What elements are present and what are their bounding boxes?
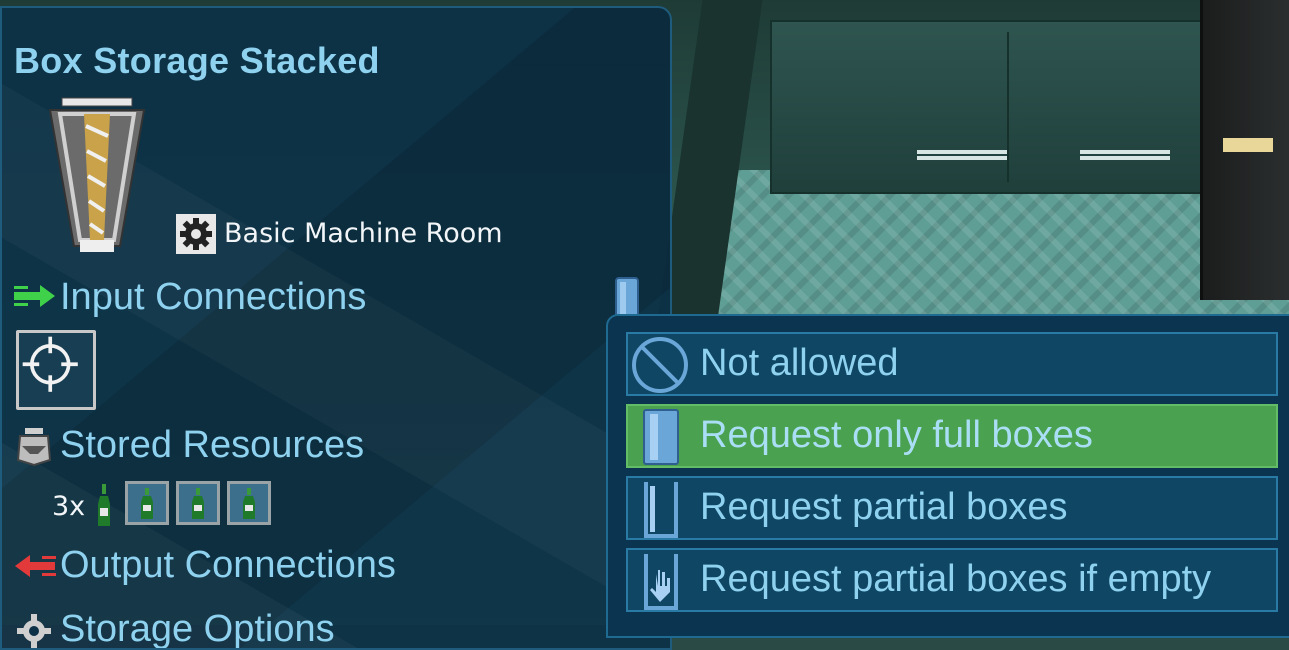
partial-box-icon [644,482,678,538]
input-arrow-icon [14,285,55,307]
option-label: Request only full boxes [700,414,1093,456]
option-label: Request partial boxes if empty [700,558,1212,600]
stored-resources-label: Stored Resources [60,424,365,466]
machine-unit [1200,0,1289,300]
resource-slot[interactable] [125,481,169,525]
storage-tank-icon [16,428,52,466]
crosshair-icon [22,336,78,392]
gear-icon [176,214,216,254]
output-connections-label: Output Connections [60,544,396,586]
request-mode-dropdown: Not allowed Request only full boxes Requ… [606,314,1289,638]
box-storage-icon [48,97,146,252]
resource-slot[interactable] [176,481,220,525]
partial-box-hand-icon [644,554,678,610]
no-entry-icon [632,337,688,393]
settings-gear-icon [17,614,51,648]
bottle-icon [98,484,110,526]
resource-slot[interactable] [227,481,271,525]
option-not-allowed[interactable]: Not allowed [626,332,1278,396]
output-arrow-icon [15,555,56,577]
option-partial-boxes-if-empty[interactable]: Request partial boxes if empty [626,548,1278,612]
option-full-boxes[interactable]: Request only full boxes [626,404,1278,468]
option-label: Not allowed [700,342,899,384]
option-label: Request partial boxes [700,486,1068,528]
storage-cabinet [770,20,1244,194]
building-title: Box Storage Stacked [14,40,380,81]
input-connections-label: Input Connections [60,276,367,318]
full-box-icon [643,409,679,465]
building-info-panel: Box Storage Stacked Basic Machine Room I… [0,6,672,650]
room-label: Basic Machine Room [224,218,503,249]
storage-options-label[interactable]: Storage Options [60,608,335,648]
bottle-icon [243,488,255,519]
option-partial-boxes[interactable]: Request partial boxes [626,476,1278,540]
bottle-icon [141,488,153,519]
connect-target-button[interactable] [16,330,96,410]
resource-count: 3x [52,491,86,522]
bottle-icon [192,488,204,519]
